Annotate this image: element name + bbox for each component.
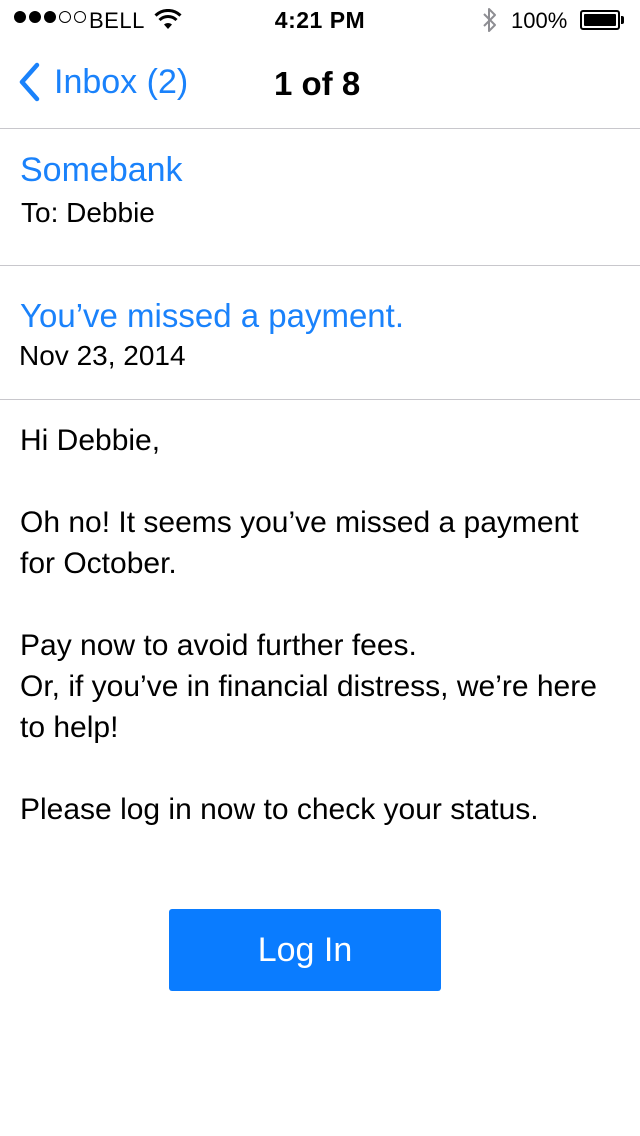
- body-paragraph: Please log in now to check your status.: [20, 793, 539, 826]
- back-button[interactable]: Inbox (2): [18, 62, 188, 102]
- sender-name-link[interactable]: Somebank: [20, 151, 183, 190]
- bluetooth-icon: [482, 6, 498, 40]
- body-line: Pay now to avoid further fees.: [20, 629, 417, 662]
- status-bar: BELL 4:21 PM 100%: [0, 0, 640, 40]
- navigation-bar: Inbox (2) 1 of 8: [0, 40, 640, 129]
- message-position-title: 1 of 8: [274, 65, 361, 102]
- email-body: Hi Debbie, Oh no! It seems you’ve missed…: [20, 420, 620, 871]
- body-line: Or, if you’ve in financial distress, we’…: [20, 670, 597, 744]
- body-greeting: Hi Debbie,: [20, 424, 161, 457]
- body-paragraph: Oh no! It seems you’ve missed a payment …: [20, 506, 579, 580]
- back-button-label: Inbox (2): [54, 62, 189, 101]
- log-in-button[interactable]: Log In: [169, 909, 441, 991]
- battery-percent: 100%: [511, 8, 568, 33]
- chevron-left-icon: [18, 62, 40, 102]
- email-date: Nov 23, 2014: [19, 340, 186, 371]
- battery-icon: [580, 10, 625, 30]
- recipient-line: To: Debbie: [21, 197, 155, 228]
- email-subject: You’ve missed a payment.: [20, 297, 404, 334]
- email-header-sender: Somebank To: Debbie: [0, 129, 640, 266]
- body-paragraph: Pay now to avoid further fees. Or, if yo…: [20, 625, 620, 748]
- email-header-subject: You’ve missed a payment. Nov 23, 2014: [0, 266, 640, 400]
